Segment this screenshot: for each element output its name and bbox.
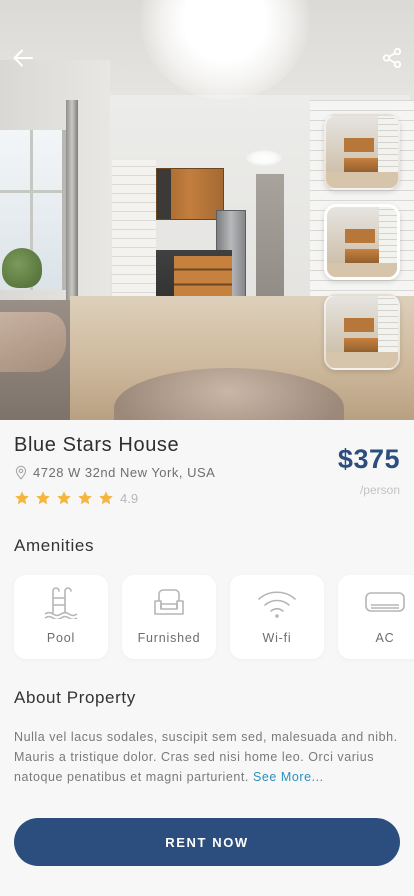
share-button[interactable] (378, 44, 406, 72)
thumbnail-cabinet (344, 318, 374, 332)
rating-value: 4.9 (120, 490, 139, 506)
price-unit: /person (359, 483, 400, 497)
star-icon (36, 491, 50, 505)
amenity-label: AC (375, 631, 395, 645)
amenity-label: Pool (46, 631, 76, 645)
rent-now-button[interactable]: RENT NOW (14, 818, 400, 866)
location-pin-icon (15, 465, 27, 480)
thumbnail-wall (378, 296, 398, 352)
pool-icon (44, 587, 78, 619)
amenity-wifi[interactable]: Wi-fi (230, 575, 324, 659)
amenity-label: Wi-fi (262, 631, 292, 645)
amenities-heading: Amenities (14, 536, 95, 555)
star-icon (99, 491, 113, 505)
star-icon (57, 491, 71, 505)
amenity-pool[interactable]: Pool (14, 575, 108, 659)
amenity-ac[interactable]: AC (338, 575, 414, 659)
thumbnail-cabinet (345, 229, 375, 243)
amenity-label: Furnished (137, 631, 201, 645)
property-rating: 4.9 (14, 490, 138, 506)
about-text: Nulla vel lacus sodales, suscipit sem se… (14, 730, 398, 784)
thumbnail-cabinet (344, 138, 374, 152)
armchair-icon (154, 589, 184, 615)
room-brick-wall (112, 160, 156, 310)
room-plant (2, 248, 42, 288)
about-heading: About Property (14, 688, 136, 707)
star-icon (78, 491, 92, 505)
room-bed-blanket (0, 312, 66, 372)
room-concrete-column (256, 174, 284, 309)
thumbnail-floor (326, 352, 398, 368)
property-title: Blue Stars House (14, 434, 180, 456)
gallery-thumbnail[interactable] (324, 294, 400, 370)
back-button[interactable] (9, 44, 37, 72)
gallery-thumbnails (324, 114, 400, 384)
see-more-link[interactable]: See More... (253, 770, 324, 784)
property-address: 4728 W 32nd New York, USA (33, 464, 216, 480)
thumbnail-counter (345, 249, 379, 263)
thumbnail-counter (344, 338, 378, 352)
hero-image (0, 0, 414, 420)
about-description: Nulla vel lacus sodales, suscipit sem se… (14, 727, 400, 787)
property-address-row: 4728 W 32nd New York, USA (14, 464, 215, 480)
ceiling-light-small (246, 150, 282, 166)
star-icon (15, 491, 29, 505)
air-conditioner-icon (365, 592, 405, 612)
thumbnail-floor (326, 172, 398, 188)
share-icon (382, 47, 402, 69)
thumbnail-wall (378, 116, 398, 172)
amenity-furnished[interactable]: Furnished (122, 575, 216, 659)
wifi-icon (258, 591, 296, 618)
kitchen-drawers (174, 256, 232, 298)
ceiling-light (140, 0, 310, 100)
thumbnail-counter (344, 158, 378, 172)
amenities-list: Pool Furnished Wi-fi AC (14, 575, 414, 659)
thumbnail-wall (379, 207, 397, 263)
property-price: $375 (337, 444, 400, 474)
kitchen-upper-cabinet (156, 168, 224, 220)
gallery-thumbnail[interactable] (324, 114, 400, 190)
thumbnail-floor (327, 263, 397, 277)
gallery-thumbnail-active[interactable] (324, 204, 400, 280)
arrow-left-icon (13, 49, 33, 67)
